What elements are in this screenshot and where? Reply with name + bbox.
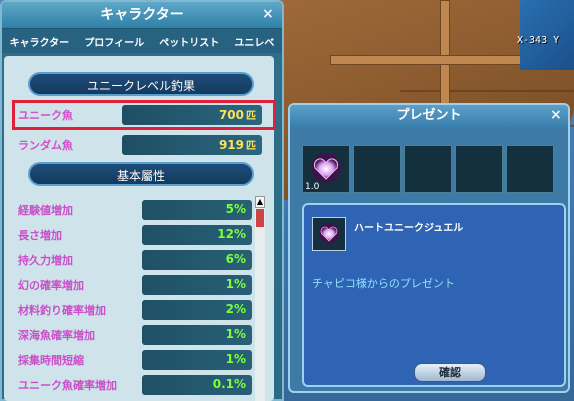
stat-label: 持久力増加 — [18, 254, 73, 267]
item-message: チャピコ様からのプレゼント — [312, 277, 455, 290]
fish-value: 919 匹 — [218, 138, 256, 152]
present-slot[interactable] — [506, 145, 554, 193]
stat-label: 幻の確率増加 — [18, 279, 84, 292]
deck-plank — [400, 90, 574, 92]
stat-value: 6% — [225, 252, 246, 266]
highlight-box — [12, 100, 276, 130]
stat-row: ユニーク魚確率増加 0.1% — [14, 375, 252, 395]
character-window-title: キャラクター — [2, 2, 282, 29]
item-icon — [312, 217, 346, 251]
stat-value: 2% — [225, 302, 246, 316]
close-icon[interactable]: × — [262, 6, 274, 22]
stat-label: 長さ増加 — [18, 229, 62, 242]
confirm-button[interactable]: 確認 — [414, 363, 486, 382]
stat-row: 採集時間短縮 1% — [14, 350, 252, 370]
character-tabs: キャラクター プロフィール ペットリスト ユニレベ — [2, 29, 282, 53]
present-window: プレゼント × 1.0 ハートユニークジュエル チャピコ様からのプレゼント 確認 — [288, 103, 570, 393]
unique-level-catch-header[interactable]: ユニークレベル釣果 — [28, 72, 254, 96]
stat-value: 5% — [225, 202, 246, 216]
stat-label: 材料釣り確率増加 — [18, 304, 106, 317]
tab-character[interactable]: キャラクター — [10, 34, 70, 49]
stat-row: 持久力増加 6% — [14, 250, 252, 270]
scrollbar-thumb[interactable] — [256, 209, 264, 227]
slot-quantity: 1.0 — [305, 182, 320, 192]
coordinate-readout: X-343 Y — [517, 35, 560, 46]
stat-label: 深海魚確率増加 — [18, 329, 95, 342]
tab-profile[interactable]: プロフィール — [84, 34, 144, 49]
tab-pet-list[interactable]: ペットリスト — [159, 34, 219, 49]
stat-row: 深海魚確率増加 1% — [14, 325, 252, 345]
present-slot[interactable] — [455, 145, 503, 193]
heart-jewel-icon — [318, 222, 340, 244]
tab-unique-level[interactable]: ユニレベ — [234, 34, 274, 49]
stat-label: 経験値増加 — [18, 204, 73, 217]
stat-label: ユニーク魚確率増加 — [18, 379, 117, 392]
stat-row: 長さ増加 12% — [14, 225, 252, 245]
stat-row: 経験値増加 5% — [14, 200, 252, 220]
close-icon[interactable]: × — [550, 107, 562, 123]
basic-attributes-header[interactable]: 基本屬性 — [28, 162, 254, 186]
stat-value: 1% — [225, 352, 246, 366]
stat-value: 12% — [217, 227, 246, 241]
item-detail-card: ハートユニークジュエル チャピコ様からのプレゼント 確認 — [302, 203, 566, 387]
scroll-up-icon[interactable]: ▲ — [255, 196, 265, 208]
stat-row: 幻の確率増加 1% — [14, 275, 252, 295]
fish-label: ランダム魚 — [18, 139, 73, 152]
present-window-title: プレゼント — [290, 105, 568, 127]
present-slot[interactable] — [353, 145, 401, 193]
stat-value: 1% — [225, 277, 246, 291]
stat-label: 採集時間短縮 — [18, 354, 84, 367]
stat-value: 0.1% — [212, 377, 246, 391]
stat-row: 材料釣り確率増加 2% — [14, 300, 252, 320]
present-slot[interactable] — [404, 145, 452, 193]
present-slot[interactable]: 1.0 — [302, 145, 350, 193]
item-name: ハートユニークジュエル — [354, 223, 464, 234]
stat-value: 1% — [225, 327, 246, 341]
fish-row-random: ランダム魚 919 匹 — [14, 135, 262, 155]
present-slots: 1.0 — [302, 145, 554, 193]
